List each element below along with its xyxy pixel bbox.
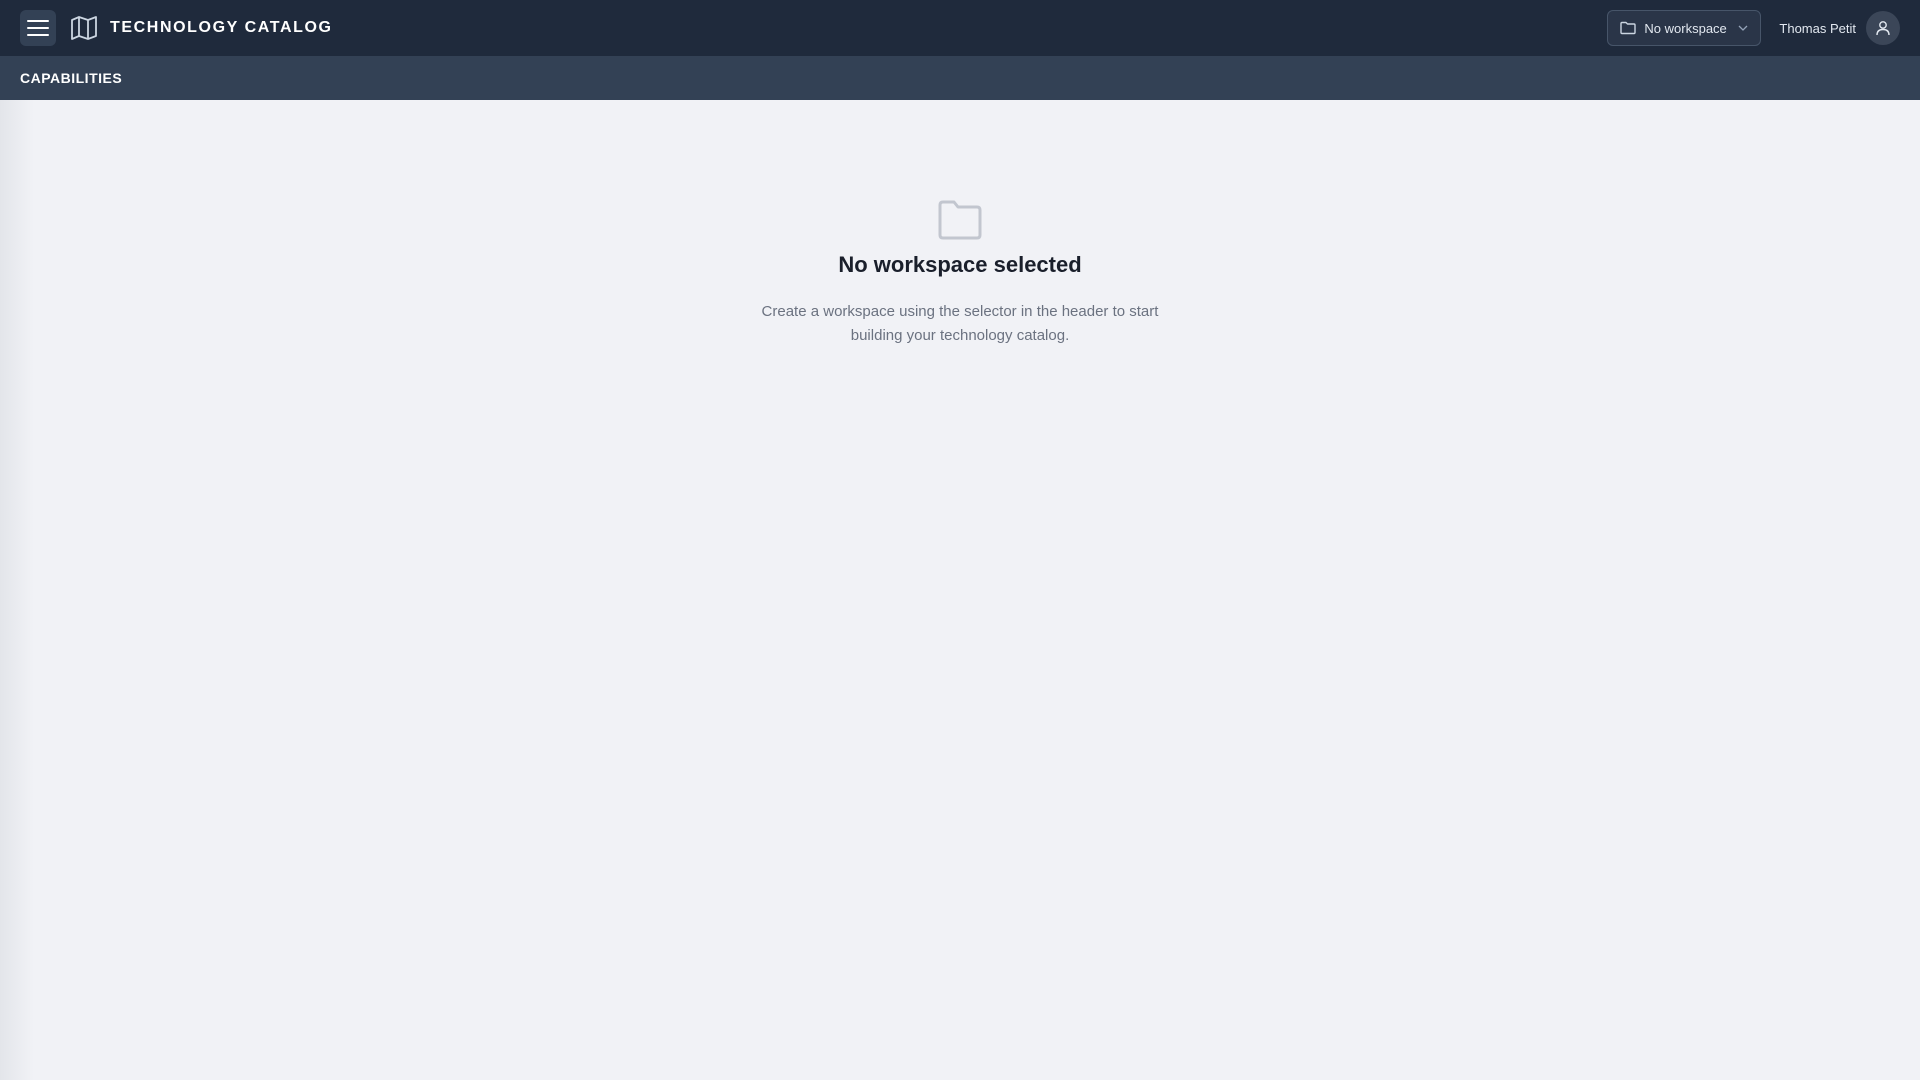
workspace-selector[interactable]: No workspace: [1607, 10, 1762, 46]
empty-state: No workspace selected Create a workspace…: [0, 196, 1920, 348]
avatar[interactable]: [1866, 11, 1900, 45]
main-content: No workspace selected Create a workspace…: [0, 100, 1920, 1080]
workspace-selector-value: No workspace: [1644, 20, 1727, 36]
section-title: CAPABILITIES: [20, 70, 123, 86]
user-menu[interactable]: Thomas Petit: [1779, 11, 1900, 45]
user-icon: [1876, 21, 1890, 36]
section-header: CAPABILITIES: [0, 56, 1920, 100]
empty-state-title: No workspace selected: [838, 252, 1082, 277]
hamburger-menu-icon: [27, 20, 49, 36]
chevron-down-icon: [1738, 25, 1748, 31]
app-title: TECHNOLOGY CATALOG: [110, 19, 333, 36]
map-icon: [70, 14, 98, 42]
user-name: Thomas Petit: [1779, 20, 1856, 36]
folder-icon: [938, 200, 982, 240]
folder-icon: [1620, 21, 1637, 35]
top-header: TECHNOLOGY CATALOG No workspace Thomas P…: [0, 0, 1920, 56]
menu-button[interactable]: [20, 10, 56, 46]
empty-state-description: Create a workspace using the selector in…: [761, 303, 1159, 344]
